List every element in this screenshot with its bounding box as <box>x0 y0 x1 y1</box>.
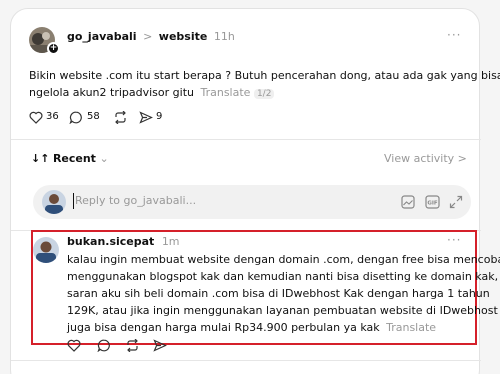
post-more-button[interactable]: ··· <box>447 28 461 42</box>
svg-text:GIF: GIF <box>427 201 438 207</box>
reply-composer[interactable]: Reply to go_javabali... GIF <box>33 185 471 219</box>
current-user-avatar <box>42 190 66 214</box>
reply-username[interactable]: bukan.sicepat <box>67 235 154 248</box>
text-cursor <box>73 193 74 209</box>
thread-card: + go_javabali > website 11h ··· Bikin we… <box>10 8 500 374</box>
view-activity-link[interactable]: View activity > <box>384 152 467 165</box>
reply-line: 129K, atau jika ingin menggunakan layana… <box>67 304 498 317</box>
heart-icon[interactable] <box>67 339 81 352</box>
post-translate-link[interactable]: Translate <box>200 86 250 99</box>
post-time: 11h <box>213 30 235 43</box>
gif-icon[interactable]: GIF <box>425 195 440 209</box>
heart-icon[interactable] <box>29 111 43 124</box>
image-icon[interactable] <box>401 195 415 209</box>
reply-header: bukan.sicepat 1m <box>67 235 180 248</box>
post-header: go_javabali > website 11h <box>67 30 235 43</box>
like-count: 36 <box>46 111 59 122</box>
divider <box>11 360 481 361</box>
sort-arrows-icon: ↓↑ <box>31 152 50 165</box>
share-icon[interactable] <box>139 111 153 124</box>
breadcrumb-separator: > <box>143 30 153 43</box>
post-context[interactable]: website <box>159 30 208 43</box>
share-icon[interactable] <box>153 339 167 352</box>
reply-line: kalau ingin membuat website dengan domai… <box>67 253 500 266</box>
follow-plus-icon[interactable]: + <box>47 42 60 55</box>
reply-more-button[interactable]: ··· <box>447 233 461 247</box>
repost-icon[interactable] <box>113 111 128 124</box>
post-username[interactable]: go_javabali <box>67 30 137 43</box>
post-body-line: ngelola akun2 tripadvisor gitu <box>29 86 194 99</box>
comment-count: 58 <box>87 111 100 122</box>
expand-icon[interactable] <box>449 195 463 209</box>
post-body-line: Bikin website .com itu start berapa ? Bu… <box>29 69 500 82</box>
reply-line: juga bisa dengan harga mulai Rp34.900 pe… <box>67 321 380 334</box>
post-body: Bikin website .com itu start berapa ? Bu… <box>29 67 500 103</box>
reply-body: kalau ingin membuat website dengan domai… <box>67 251 500 336</box>
reply-line: saran aku sih beli domain .com bisa di I… <box>67 287 490 300</box>
divider <box>11 139 481 140</box>
repost-icon[interactable] <box>125 339 140 352</box>
reply-line: menggunakan blogspot kak dan kemudian na… <box>67 270 499 283</box>
reply-time: 1m <box>161 235 180 248</box>
chevron-down-icon: ⌄ <box>99 152 109 165</box>
sort-label: Recent <box>52 152 96 165</box>
share-count: 9 <box>156 111 163 122</box>
comment-icon[interactable] <box>97 339 111 352</box>
sort-dropdown[interactable]: ↓↑ Recent ⌄ <box>31 152 109 165</box>
reply-translate-link[interactable]: Translate <box>386 321 436 334</box>
reply-author-avatar[interactable] <box>33 237 59 263</box>
translate-badge: 1/2 <box>253 89 275 99</box>
comment-icon[interactable] <box>69 111 83 124</box>
reply-input[interactable]: Reply to go_javabali... <box>75 194 196 207</box>
